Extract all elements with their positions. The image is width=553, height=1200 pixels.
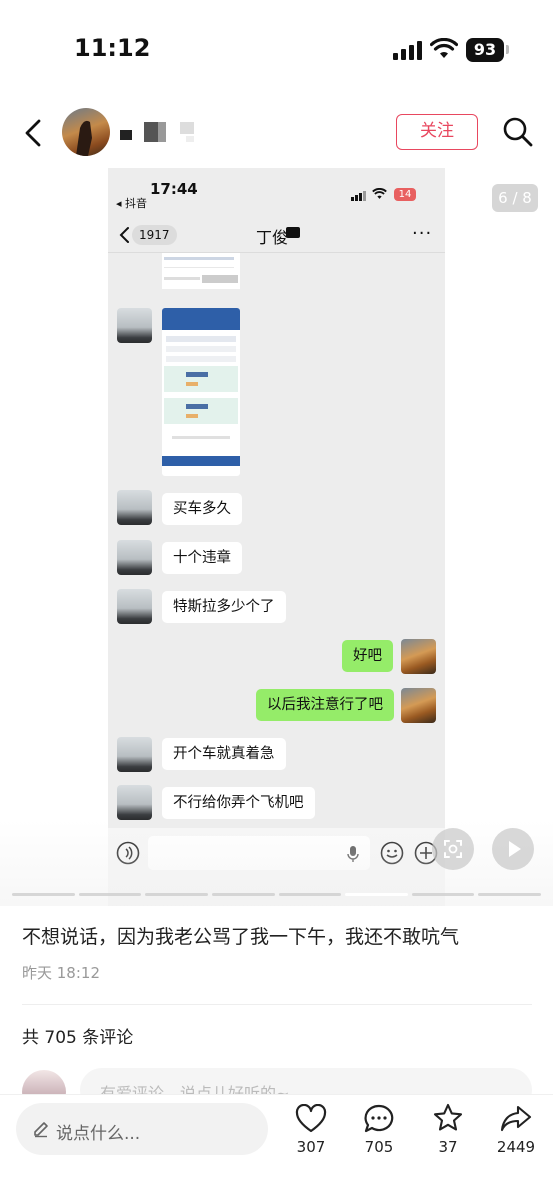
progress-segment xyxy=(12,893,75,896)
shot-their-avatar xyxy=(117,308,152,343)
username-mask-4 xyxy=(180,122,194,134)
chat-message: 不行给你弄个飞机吧 xyxy=(162,787,315,819)
comment-count: 705 xyxy=(364,1138,394,1156)
shot-their-avatar xyxy=(117,540,152,575)
chat-message: 买车多久 xyxy=(162,493,242,525)
star-icon[interactable] xyxy=(432,1102,464,1134)
favorite-count: 37 xyxy=(438,1138,458,1156)
signal-icon xyxy=(393,41,422,60)
shot-their-avatar xyxy=(117,589,152,624)
post-time: 昨天 18:12 xyxy=(22,964,100,982)
shot-chat-title: 丁俊 xyxy=(256,228,289,247)
author-avatar[interactable] xyxy=(62,108,110,156)
comment-icon[interactable] xyxy=(363,1103,395,1135)
share-count: 2449 xyxy=(496,1138,536,1156)
page-indicator: 6 / 8 xyxy=(492,184,538,212)
shot-signal-icon xyxy=(351,191,366,201)
shot-more-icon: ··· xyxy=(412,223,433,244)
shot-status-time: 17:44 xyxy=(150,180,198,198)
like-count: 307 xyxy=(296,1138,326,1156)
comments-header: 共 705 条评论 xyxy=(22,1028,134,1048)
shot-battery: 14 xyxy=(394,188,416,201)
progress-segment xyxy=(278,893,342,896)
progress-segment xyxy=(345,893,408,896)
search-icon[interactable] xyxy=(502,116,534,148)
progress-segment xyxy=(411,893,475,896)
like-icon[interactable] xyxy=(295,1104,327,1134)
chat-message: 开个车就真着急 xyxy=(162,738,286,770)
pencil-icon xyxy=(34,1122,48,1138)
chat-message: 十个违章 xyxy=(162,542,242,574)
share-icon[interactable] xyxy=(499,1104,533,1134)
post-caption: 不想说话，因为我老公骂了我一下午，我还不敢吭气 xyxy=(22,926,460,948)
username-mask-2 xyxy=(144,122,158,142)
wifi-icon xyxy=(430,38,458,58)
chat-message: 特斯拉多少个了 xyxy=(162,591,286,623)
say-something-input[interactable] xyxy=(16,1103,268,1155)
shot-unread-badge: 1917 xyxy=(132,225,177,245)
chat-message-me: 以后我注意行了吧 xyxy=(256,689,394,721)
shot-partial-image xyxy=(162,253,240,289)
shot-nav-divider xyxy=(108,252,445,253)
username-mask-1 xyxy=(120,130,132,140)
username-mask-5 xyxy=(186,136,194,142)
say-something-label: 说点什么... xyxy=(56,1124,141,1144)
progress-segment xyxy=(478,893,541,896)
battery-tip xyxy=(506,45,509,54)
status-time: 11:12 xyxy=(74,34,151,62)
shot-my-avatar xyxy=(401,688,436,723)
shot-their-avatar xyxy=(117,490,152,525)
progress-segment xyxy=(78,893,142,896)
progress-segment xyxy=(211,893,275,896)
battery-indicator: 93 xyxy=(466,38,504,62)
play-icon xyxy=(509,841,521,857)
shot-their-avatar xyxy=(117,737,152,772)
divider xyxy=(22,1004,532,1005)
follow-button[interactable]: 关注 xyxy=(396,114,478,150)
shot-back-app: ◂ 抖音 xyxy=(116,197,148,210)
chat-screenshot[interactable]: 17:44 ◂ 抖音 14 1917 丁俊 ··· 买车多久 十个违章 特斯拉多… xyxy=(108,168,445,906)
shot-title-mask xyxy=(286,227,300,238)
shot-my-avatar xyxy=(401,639,436,674)
shot-their-avatar xyxy=(117,785,152,820)
username-mask-3 xyxy=(158,122,166,142)
shot-back-icon xyxy=(119,227,129,243)
note-detail-page: 11:12 93 关注 17:44 ◂ 抖音 14 1917 丁俊 ··· 买车… xyxy=(0,0,553,1200)
play-button[interactable] xyxy=(492,828,534,870)
shot-image-message xyxy=(162,308,240,476)
progress-segment xyxy=(145,893,208,896)
scan-icon xyxy=(444,840,462,858)
shot-wifi-icon xyxy=(372,188,387,199)
chat-message-me: 好吧 xyxy=(342,640,393,672)
back-arrow-icon[interactable] xyxy=(22,118,44,148)
image-search-button[interactable] xyxy=(432,828,474,870)
